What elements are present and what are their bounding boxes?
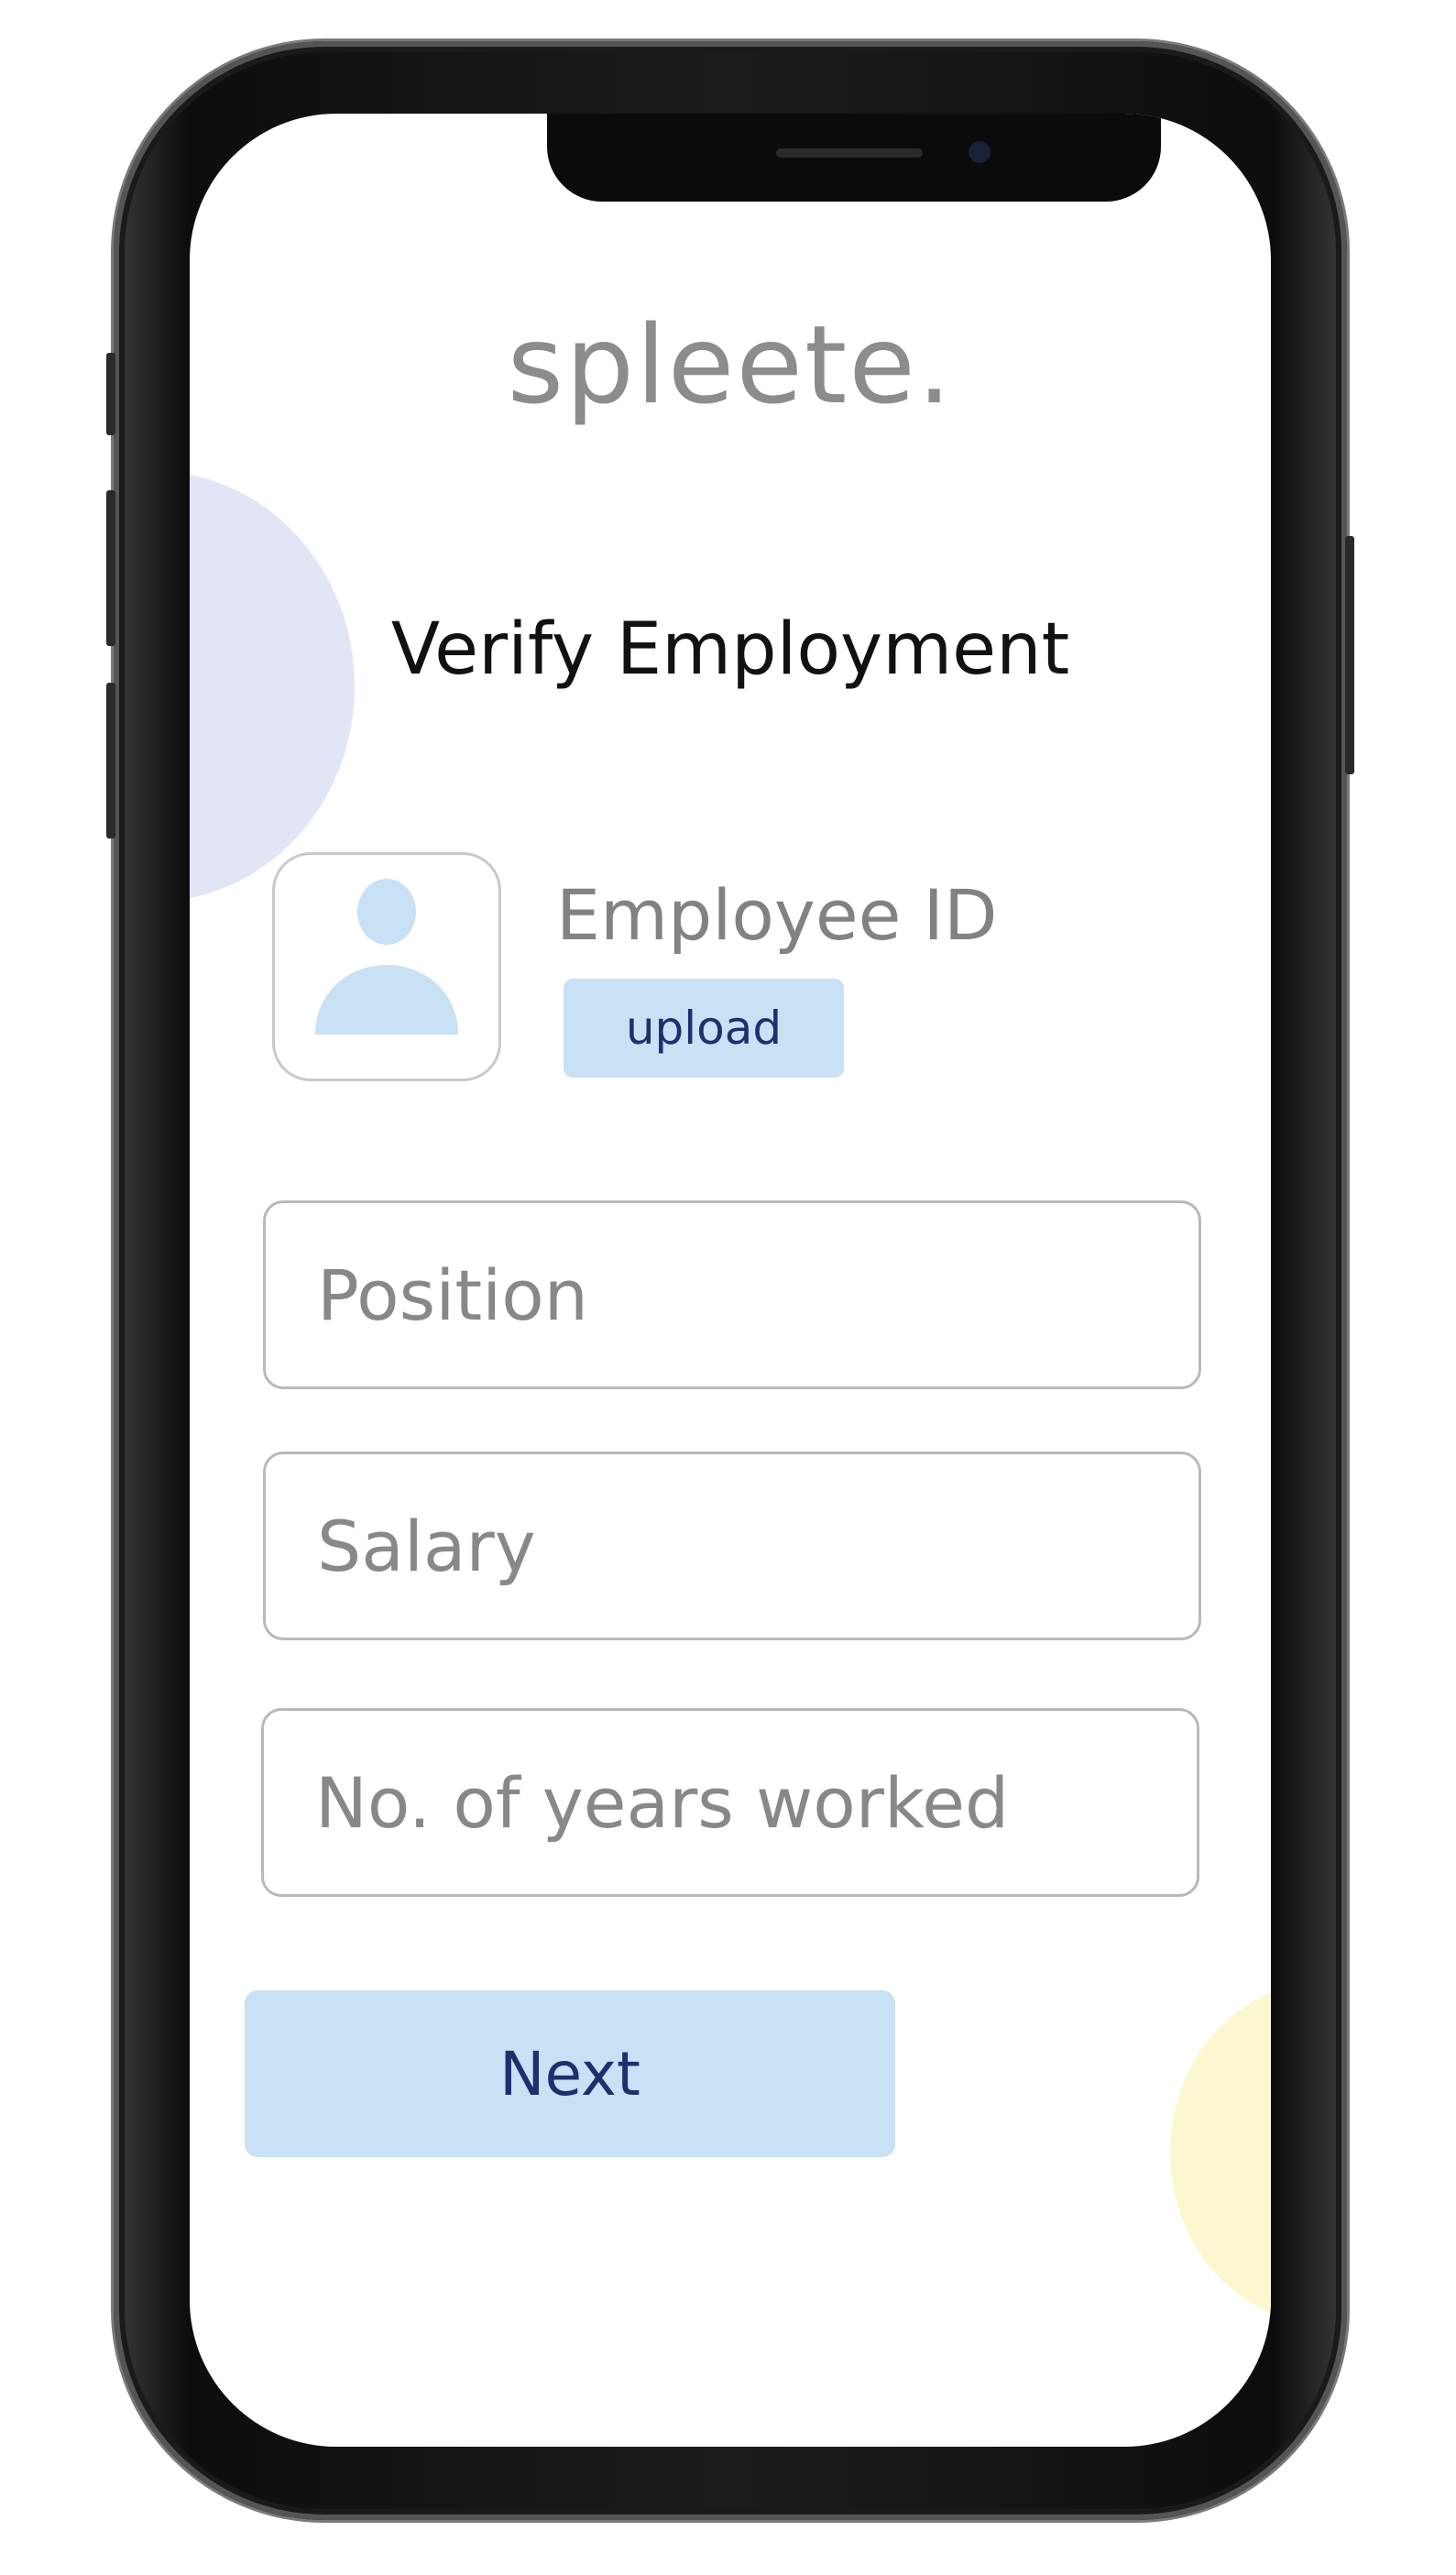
- employee-id-image-placeholder[interactable]: [272, 852, 501, 1081]
- page-title: Verify Employment: [390, 608, 1070, 691]
- volume-up-button: [106, 490, 115, 646]
- silent-switch: [106, 353, 115, 435]
- person-avatar-icon: [315, 879, 458, 1035]
- phone-screen: spleete. Verify Employment Employee ID u…: [190, 114, 1271, 2447]
- years-worked-input[interactable]: [261, 1708, 1199, 1897]
- speaker-grille: [776, 148, 923, 158]
- salary-input[interactable]: [263, 1452, 1201, 1640]
- brand-logo: spleete.: [507, 301, 954, 428]
- next-button[interactable]: Next: [245, 1990, 895, 2157]
- employee-id-label: Employee ID: [556, 874, 998, 956]
- phone-frame: spleete. Verify Employment Employee ID u…: [106, 41, 1354, 2520]
- notch: [547, 114, 1161, 202]
- upload-button[interactable]: upload: [564, 979, 844, 1078]
- decorative-blob-yellow: [1170, 1983, 1271, 2322]
- stage: spleete. Verify Employment Employee ID u…: [0, 0, 1456, 2575]
- power-button: [1345, 536, 1354, 774]
- front-camera-icon: [969, 141, 991, 163]
- volume-down-button: [106, 683, 115, 838]
- position-input[interactable]: [263, 1200, 1201, 1389]
